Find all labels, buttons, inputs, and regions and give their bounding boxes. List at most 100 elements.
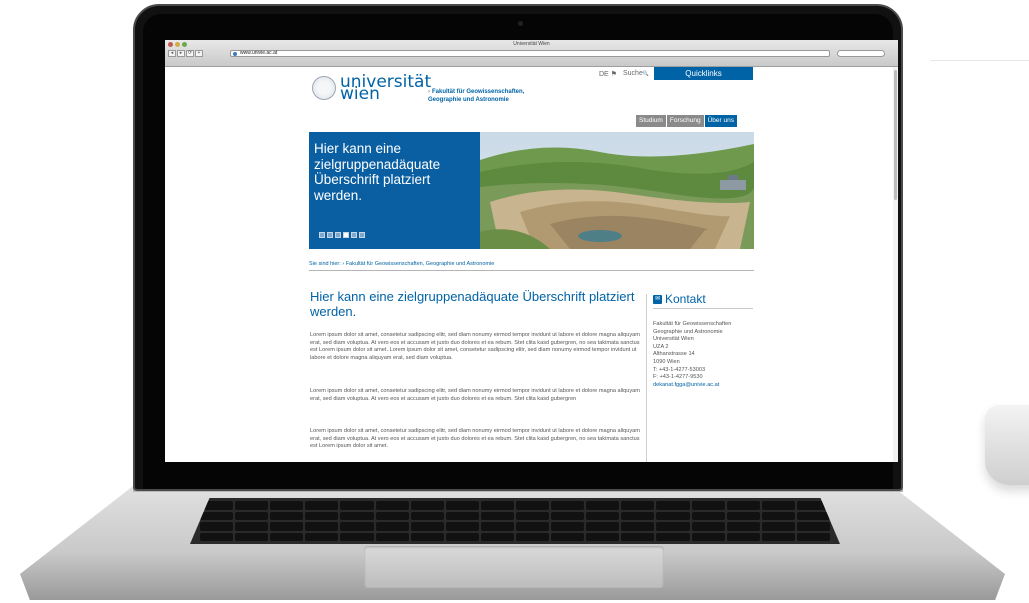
keyboard-key xyxy=(515,511,550,520)
keyboard-key xyxy=(621,511,655,520)
keyboard-key xyxy=(235,522,269,531)
keyboard-key xyxy=(305,511,339,520)
keyboard-key xyxy=(270,511,304,520)
breadcrumb-label: Sie sind hier: xyxy=(309,261,341,267)
keyboard-key xyxy=(621,522,655,531)
keyboard-key xyxy=(375,522,409,531)
keyboard-key xyxy=(270,501,304,510)
slider-dot[interactable] xyxy=(327,232,333,238)
browser-search-field[interactable] xyxy=(837,50,885,57)
divider-line xyxy=(930,60,1029,61)
quicklinks-button[interactable]: Quicklinks xyxy=(654,67,753,80)
laptop-keyboard xyxy=(190,498,840,544)
breadcrumb: Sie sind hier: › Fakultät für Geowissens… xyxy=(309,261,754,271)
search-icon: 🔍 xyxy=(642,71,650,77)
keyboard-key xyxy=(270,532,304,541)
keyboard-key xyxy=(621,532,655,541)
product-mockup: Universität Wien ◂ ▸ ⟳ + www.univie.ac.a… xyxy=(0,0,1029,603)
keyboard-key xyxy=(796,532,830,541)
nav-item-studium[interactable]: Studium xyxy=(636,115,666,127)
faculty-link[interactable]: › Fakultät für Geowissenschaften, Geograp… xyxy=(428,88,524,104)
kontakt-email-link[interactable]: dekanat.fgga@univie.ac.at xyxy=(653,382,763,390)
keyboard-key xyxy=(480,511,514,520)
keyboard-key xyxy=(375,532,409,541)
contact-card-icon: ✉ xyxy=(653,294,662,304)
keyboard-key xyxy=(761,511,795,520)
breadcrumb-link[interactable]: › Fakultät für Geowissenschaften, Geogra… xyxy=(342,261,494,267)
keyboard-key xyxy=(726,511,760,520)
scrollbar[interactable] xyxy=(893,67,898,462)
keyboard-key xyxy=(235,511,269,520)
keyboard-key xyxy=(515,522,550,531)
keyboard-key xyxy=(586,511,620,520)
slider-dot[interactable] xyxy=(319,232,325,238)
url-text: www.univie.ac.at xyxy=(240,50,278,56)
browser-nav-buttons[interactable]: ◂ ▸ ⟳ + xyxy=(168,50,203,57)
keyboard-key xyxy=(480,532,514,541)
keyboard-key xyxy=(761,522,795,531)
kontakt-line: Althanstrasse 14 xyxy=(653,351,695,358)
keyboard-key xyxy=(305,522,339,531)
keyboard-key xyxy=(796,522,830,531)
keyboard-key xyxy=(726,532,760,541)
keyboard-key xyxy=(340,532,374,541)
window-title: Universität Wien xyxy=(513,41,550,47)
keyboard-key xyxy=(551,511,585,520)
keyboard-key xyxy=(235,532,269,541)
paragraph-3: Lorem ipsum dolor sit amet, consetetur s… xyxy=(310,428,640,450)
camera-icon xyxy=(518,21,523,26)
faculty-line-2: Geographie und Astronomie xyxy=(428,97,509,103)
keyboard-key xyxy=(586,501,620,510)
keyboard-key xyxy=(656,511,690,520)
keyboard-key xyxy=(410,511,444,520)
secondary-device-edge xyxy=(985,405,1029,485)
language-switch[interactable]: DE ⚑ xyxy=(599,70,617,78)
keyboard-key xyxy=(515,501,550,510)
hero-title: Hier kann eine zielgruppenadäquate Übers… xyxy=(314,141,441,203)
keyboard-key xyxy=(305,532,339,541)
back-icon[interactable]: ◂ xyxy=(168,50,176,57)
keyboard-key xyxy=(656,532,690,541)
kontakt-title: Kontakt xyxy=(665,292,706,306)
web-page: universität wien › Fakultät für Geowissen… xyxy=(165,67,898,462)
slider-dot[interactable] xyxy=(359,232,365,238)
search-label: Suche xyxy=(623,70,643,77)
kontakt-line: Geographie und Astronomie xyxy=(653,328,723,335)
laptop-screen: Universität Wien ◂ ▸ ⟳ + www.univie.ac.a… xyxy=(165,40,898,462)
url-bar[interactable]: www.univie.ac.at xyxy=(230,50,830,57)
nav-item-ueber-uns[interactable]: Über uns xyxy=(704,115,737,127)
forward-icon[interactable]: ▸ xyxy=(177,50,185,57)
kontakt-line: UZA 2 xyxy=(653,343,669,350)
page-title: Hier kann eine zielgruppenadäquate Übers… xyxy=(310,289,635,319)
keyboard-key xyxy=(726,522,760,531)
keyboard-key xyxy=(726,501,760,510)
keyboard-key xyxy=(235,501,269,510)
add-tab-icon[interactable]: + xyxy=(195,50,203,57)
keyboard-key xyxy=(200,522,234,531)
faculty-line-1: Fakultät für Geowissenschaften, xyxy=(432,89,525,95)
keyboard-key xyxy=(270,522,304,531)
keyboard-key xyxy=(586,532,620,541)
keyboard-key xyxy=(551,532,585,541)
keyboard-key xyxy=(656,501,690,510)
kontakt-line: 1090 Wien xyxy=(653,358,680,365)
university-logo[interactable]: universität wien xyxy=(312,74,431,103)
keyboard-key xyxy=(691,501,725,510)
keyboard-key xyxy=(480,522,514,531)
laptop-trackpad xyxy=(364,546,664,588)
reload-icon[interactable]: ⟳ xyxy=(186,50,194,57)
keyboard-key xyxy=(691,532,725,541)
paragraph-2: Lorem ipsum dolor sit amet, consetetur s… xyxy=(310,388,640,402)
search-link[interactable]: Suche🔍 xyxy=(623,70,649,77)
hero-slider: Hier kann eine zielgruppenadäquate Übers… xyxy=(309,132,754,249)
keyboard-key xyxy=(445,511,479,520)
kontakt-address: Fakultät für Geowissenschaften Geographi… xyxy=(653,321,763,389)
kontakt-line: T: +43-1-4277-53003 xyxy=(653,366,706,373)
keyboard-key xyxy=(691,522,725,531)
slider-dot[interactable] xyxy=(335,232,341,238)
nav-item-forschung[interactable]: Forschung xyxy=(666,115,704,127)
keyboard-key xyxy=(340,511,374,520)
slider-dot[interactable] xyxy=(343,232,349,238)
slider-dot[interactable] xyxy=(351,232,357,238)
slider-pagination xyxy=(319,232,365,238)
